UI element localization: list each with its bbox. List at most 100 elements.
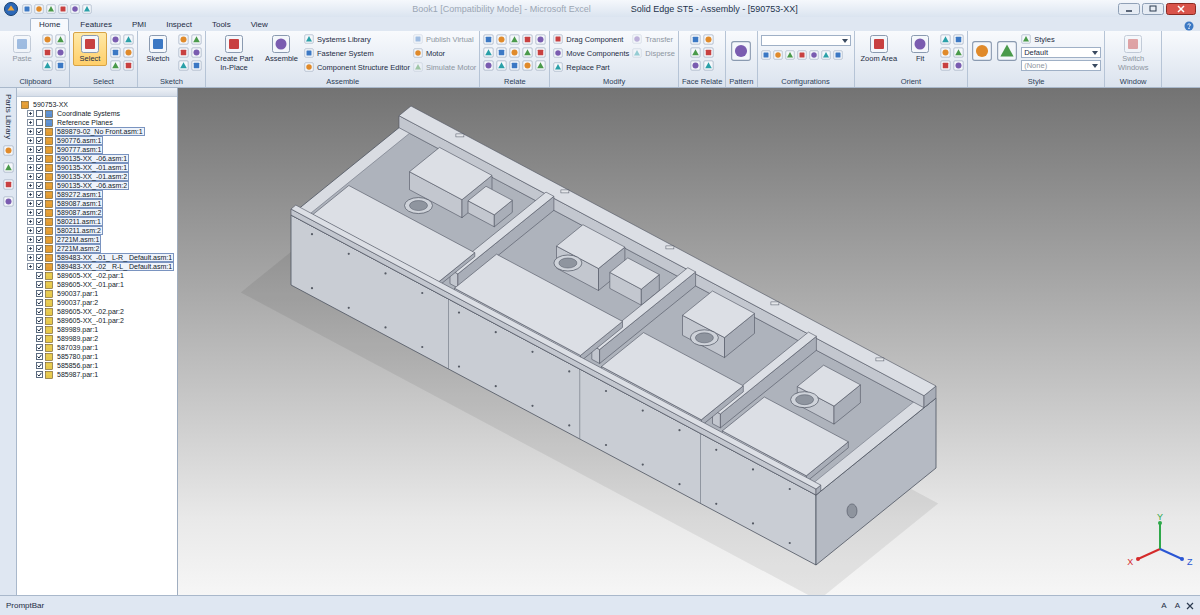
expand-toggle-icon[interactable] (27, 110, 34, 117)
tool-icon[interactable] (191, 47, 202, 58)
tool-icon[interactable] (821, 50, 831, 60)
tree-root[interactable]: 590753-XX (17, 100, 177, 109)
maximize-icon[interactable] (1142, 3, 1164, 15)
ribbon-icon-button[interactable] (996, 32, 1018, 62)
tool-icon[interactable] (110, 47, 121, 58)
ribbon-icon-button[interactable] (971, 32, 993, 62)
visibility-checkbox[interactable] (36, 353, 43, 360)
visibility-checkbox[interactable] (36, 371, 43, 378)
tool-icon[interactable] (940, 34, 951, 45)
tool-icon[interactable] (553, 62, 563, 72)
tool-icon[interactable] (1021, 34, 1031, 44)
ribbon-button[interactable]: Zoom Area (858, 32, 901, 66)
tool-icon[interactable] (304, 62, 314, 72)
ribbon-button[interactable]: Assemble (262, 32, 301, 66)
tree-row[interactable]: 589605-XX_-01.par:2 (17, 316, 177, 325)
font-size-button[interactable]: A (1159, 601, 1168, 610)
tool-icon[interactable] (496, 34, 507, 45)
expand-toggle-icon[interactable] (27, 146, 34, 153)
tree-row[interactable]: Coordinate Systems (17, 109, 177, 118)
visibility-checkbox[interactable] (36, 200, 43, 207)
dropdown-arrow-icon[interactable] (1092, 64, 1098, 68)
tool-icon[interactable] (224, 34, 244, 54)
visibility-checkbox[interactable] (36, 155, 43, 162)
tool-icon[interactable] (22, 4, 32, 14)
tree-row[interactable]: 580211.asm:2 (17, 226, 177, 235)
ribbon-tab[interactable]: Inspect (157, 18, 201, 31)
ribbon-button[interactable]: Fit (903, 32, 937, 66)
visibility-checkbox[interactable] (36, 281, 43, 288)
tool-icon[interactable] (509, 34, 520, 45)
expand-toggle-icon[interactable] (27, 137, 34, 144)
tree-row[interactable]: 585856.par:1 (17, 361, 177, 370)
visibility-checkbox[interactable] (36, 308, 43, 315)
tree-row[interactable]: 590135-XX_-01.asm:1 (17, 163, 177, 172)
expand-toggle-icon[interactable] (27, 200, 34, 207)
ribbon-command[interactable]: Simulate Motor (413, 61, 476, 73)
ribbon-command[interactable]: Motor (413, 47, 476, 59)
tool-icon[interactable] (42, 60, 53, 71)
tool-icon[interactable] (773, 50, 783, 60)
tool-icon[interactable] (82, 4, 92, 14)
expand-toggle-icon[interactable] (27, 191, 34, 198)
tool-icon[interactable] (178, 60, 189, 71)
expand-toggle-icon[interactable] (27, 236, 34, 243)
tool-icon[interactable] (42, 47, 53, 58)
application-logo-icon[interactable] (4, 2, 18, 16)
tree-row[interactable]: 589483-XX_-01_ L-R_ Default.asm:1 (17, 253, 177, 262)
visibility-checkbox[interactable] (36, 263, 43, 270)
tool-icon[interactable] (761, 50, 771, 60)
tree-row[interactable]: 589605-XX_-02.par:1 (17, 271, 177, 280)
ribbon-button[interactable]: Switch Windows (1108, 32, 1158, 74)
expand-toggle-icon[interactable] (27, 119, 34, 126)
expand-toggle-icon[interactable] (27, 182, 34, 189)
ribbon-command[interactable]: Drag Component (553, 33, 629, 45)
tree-row[interactable]: 590777.asm:1 (17, 145, 177, 154)
tree-row[interactable]: 580211.asm:1 (17, 217, 177, 226)
expand-toggle-icon[interactable] (27, 173, 34, 180)
tool-icon[interactable] (953, 34, 964, 45)
tool-icon[interactable] (55, 34, 66, 45)
tool-icon[interactable] (413, 48, 423, 58)
tool-icon[interactable] (953, 47, 964, 58)
tool-icon[interactable] (496, 47, 507, 58)
tool-icon[interactable] (797, 50, 807, 60)
visibility-checkbox[interactable] (36, 218, 43, 225)
pane-icon[interactable] (3, 145, 14, 156)
tool-icon[interactable] (522, 34, 533, 45)
visibility-checkbox[interactable] (36, 245, 43, 252)
tool-icon[interactable] (123, 60, 134, 71)
tree-row[interactable]: Reference Planes (17, 118, 177, 127)
visibility-checkbox[interactable] (36, 227, 43, 234)
ribbon-tab[interactable]: Tools (203, 18, 240, 31)
tool-icon[interactable] (809, 50, 819, 60)
visibility-checkbox[interactable] (36, 110, 43, 117)
tool-icon[interactable] (58, 4, 68, 14)
expand-toggle-icon[interactable] (27, 128, 34, 135)
expand-toggle-icon[interactable] (27, 164, 34, 171)
dropdown-arrow-icon[interactable] (1092, 51, 1098, 55)
visibility-checkbox[interactable] (36, 137, 43, 144)
tool-icon[interactable] (730, 40, 752, 62)
visibility-checkbox[interactable] (36, 290, 43, 297)
tool-icon[interactable] (553, 34, 563, 44)
pane-icon[interactable] (3, 162, 14, 173)
ribbon-command[interactable]: Systems Library (304, 33, 410, 45)
tool-icon[interactable] (46, 4, 56, 14)
visibility-checkbox[interactable] (36, 164, 43, 171)
visibility-checkbox[interactable] (36, 272, 43, 279)
tool-icon[interactable] (12, 34, 32, 54)
tool-icon[interactable] (632, 34, 642, 44)
ribbon-command[interactable]: Move Components (553, 47, 629, 59)
tool-icon[interactable] (483, 47, 494, 58)
visibility-checkbox[interactable] (36, 146, 43, 153)
visibility-checkbox[interactable] (36, 209, 43, 216)
tool-icon[interactable] (148, 34, 168, 54)
tool-icon[interactable] (1123, 34, 1143, 54)
tree-row[interactable]: 589879-02_No Front.asm:1 (17, 127, 177, 136)
pane-icon[interactable] (3, 196, 14, 207)
configuration-dropdown[interactable] (761, 35, 851, 46)
tool-icon[interactable] (110, 34, 121, 45)
tree-row[interactable]: 590135-XX_-06.asm:2 (17, 181, 177, 190)
parts-library-tab[interactable]: Parts Library (4, 94, 13, 139)
